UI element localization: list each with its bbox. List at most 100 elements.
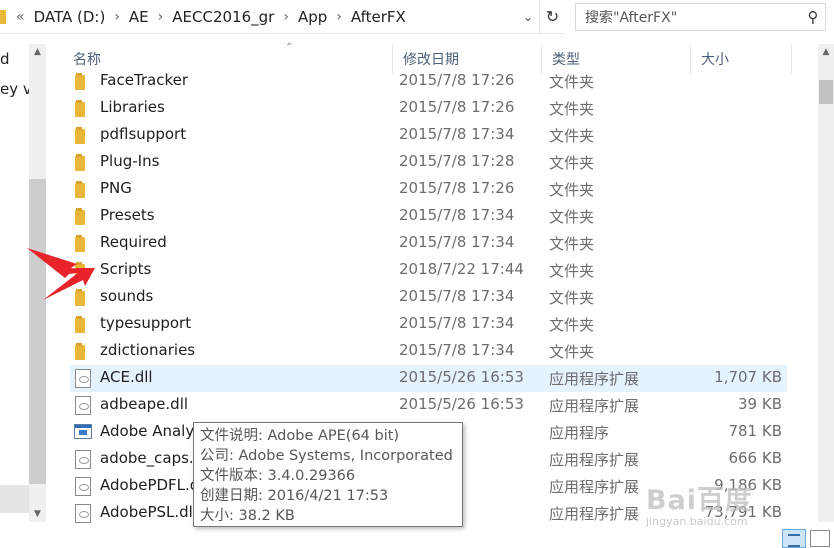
breadcrumb-item[interactable]: DATA (D:)	[27, 8, 113, 26]
file-type: 文件夹	[549, 235, 595, 253]
dll-file-icon	[75, 504, 91, 523]
file-row[interactable]: typesupport 2015/7/8 17:34 文件夹	[70, 311, 787, 338]
file-type: 文件夹	[549, 127, 595, 145]
file-date: 2015/7/8 17:34	[399, 287, 515, 305]
scrollbar-thumb[interactable]	[819, 80, 833, 104]
large-icons-view-icon[interactable]	[810, 530, 830, 547]
breadcrumb-item[interactable]: App	[291, 8, 334, 26]
file-name: sounds	[100, 287, 154, 305]
dll-file-icon	[75, 477, 91, 496]
file-name: ACE.dll	[100, 368, 153, 386]
file-date: 2015/5/26 16:53	[399, 368, 524, 386]
file-type: 文件夹	[549, 316, 595, 334]
search-placeholder[interactable]: 搜索"AfterFX"	[585, 7, 677, 27]
file-row[interactable]: PNG 2015/7/8 17:26 文件夹	[70, 176, 787, 203]
file-row[interactable]: zdictionaries 2015/7/8 17:34 文件夹	[70, 338, 787, 365]
folder-icon	[75, 73, 85, 90]
file-row[interactable]: sounds 2015/7/8 17:34 文件夹	[70, 284, 787, 311]
file-date: 2015/7/8 17:34	[399, 125, 515, 143]
file-type: 文件夹	[549, 154, 595, 172]
file-type: 应用程序扩展	[549, 451, 640, 469]
file-row[interactable]: Plug-Ins 2015/7/8 17:28 文件夹	[70, 149, 787, 176]
file-name: adbeape.dll	[100, 395, 189, 413]
breadcrumb-separator-icon[interactable]: ›	[112, 9, 122, 25]
file-date: 2015/7/8 17:26	[399, 98, 515, 116]
file-name: FaceTracker	[100, 71, 189, 89]
file-date: 2015/7/8 17:26	[399, 179, 515, 197]
watermark-url: jingyan.baidu.com	[646, 515, 748, 528]
file-type: 应用程序	[549, 424, 610, 442]
file-name: typesupport	[100, 314, 192, 332]
dll-file-icon	[75, 396, 91, 415]
file-row[interactable]: Presets 2015/7/8 17:34 文件夹	[70, 203, 787, 230]
file-type: 应用程序扩展	[549, 370, 640, 388]
folder-icon	[75, 316, 85, 333]
file-type: 文件夹	[549, 343, 595, 361]
nav-pane-footer	[0, 485, 29, 513]
tooltip-line: 文件版本: 3.4.0.29366	[200, 468, 356, 484]
chevron-up-icon[interactable]: ▲	[29, 44, 46, 60]
address-bar[interactable]: « DATA (D:) › AE › AECC2016_gr › App › A…	[0, 0, 565, 34]
folder-icon	[75, 181, 85, 198]
file-date: 2015/7/8 17:28	[399, 152, 515, 170]
search-icon[interactable]: ⚲	[801, 8, 825, 26]
file-explorer-window: « DATA (D:) › AE › AECC2016_gr › App › A…	[0, 0, 834, 548]
file-name: PNG	[100, 179, 132, 197]
tooltip-line: 文件说明: Adobe APE(64 bit)	[200, 428, 400, 444]
breadcrumb-overflow[interactable]: «	[14, 9, 27, 25]
file-date: 2015/7/8 17:34	[399, 341, 515, 359]
exe-app-icon	[74, 424, 92, 439]
file-row[interactable]: Scripts 2018/7/22 17:44 文件夹	[70, 257, 787, 284]
file-name: Adobe Analy	[100, 422, 195, 440]
file-row[interactable]: Required 2015/7/8 17:34 文件夹	[70, 230, 787, 257]
chevron-down-icon[interactable]: ▼	[29, 506, 46, 522]
file-size: 781 KB	[728, 422, 782, 440]
tooltip-line: 大小: 38.2 KB	[200, 508, 295, 524]
file-date: 2018/7/22 17:44	[399, 260, 524, 278]
file-type: 文件夹	[549, 181, 595, 199]
file-date: 2015/7/8 17:34	[399, 206, 515, 224]
file-type: 文件夹	[549, 208, 595, 226]
breadcrumb-separator-icon[interactable]: ›	[156, 9, 166, 25]
breadcrumb-separator-icon[interactable]: ›	[281, 9, 291, 25]
scrollbar-thumb[interactable]	[29, 179, 46, 484]
baidu-watermark: Bai百度 jingyan.baidu.com	[646, 478, 796, 533]
file-name: Scripts	[100, 260, 152, 278]
folder-icon	[75, 100, 85, 117]
file-row[interactable]: Libraries 2015/7/8 17:26 文件夹	[70, 95, 787, 122]
file-date: 2015/5/26 16:53	[399, 395, 524, 413]
file-info-tooltip: 文件说明: Adobe APE(64 bit) 公司: Adobe System…	[193, 422, 463, 527]
tooltip-line: 创建日期: 2016/4/21 17:53	[200, 488, 389, 504]
folder-icon	[0, 9, 6, 24]
watermark-logo: Bai百度	[646, 485, 754, 516]
file-row[interactable]: pdflsupport 2015/7/8 17:34 文件夹	[70, 122, 787, 149]
file-size: 1,707 KB	[714, 368, 782, 386]
file-list-scrollbar[interactable]: ▲	[818, 44, 834, 522]
dll-file-icon	[75, 450, 91, 469]
search-box[interactable]: 搜索"AfterFX" ⚲	[575, 3, 826, 31]
file-name: Libraries	[100, 98, 165, 116]
folder-icon	[75, 154, 85, 171]
file-name: pdflsupport	[100, 125, 187, 143]
breadcrumb-separator-icon[interactable]: ›	[334, 9, 344, 25]
breadcrumb-item[interactable]: AfterFX	[344, 8, 413, 26]
folder-icon	[75, 208, 85, 225]
file-type: 应用程序扩展	[549, 478, 640, 496]
file-type: 文件夹	[549, 262, 595, 280]
breadcrumb-item[interactable]: AECC2016_gr	[165, 8, 281, 26]
chevron-up-icon[interactable]: ▲	[818, 44, 834, 60]
folder-icon	[75, 343, 85, 360]
tooltip-line: 公司: Adobe Systems, Incorporated	[200, 448, 453, 464]
refresh-icon[interactable]: ↻	[539, 0, 565, 33]
chevron-down-icon[interactable]: ⌄	[517, 10, 539, 24]
nav-item[interactable]: d	[0, 50, 10, 68]
file-type: 文件夹	[549, 289, 595, 307]
file-row[interactable]: ACE.dll 2015/5/26 16:53 应用程序扩展 1,707 KB	[70, 365, 787, 392]
file-row[interactable]: FaceTracker 2015/7/8 17:26 文件夹	[70, 68, 787, 95]
file-type: 文件夹	[549, 100, 595, 118]
file-name: zdictionaries	[100, 341, 196, 359]
breadcrumb-item[interactable]: AE	[122, 8, 156, 26]
file-row[interactable]: adbeape.dll 2015/5/26 16:53 应用程序扩展 39 KB	[70, 392, 787, 419]
file-type: 应用程序扩展	[549, 505, 640, 523]
file-name: Required	[100, 233, 167, 251]
